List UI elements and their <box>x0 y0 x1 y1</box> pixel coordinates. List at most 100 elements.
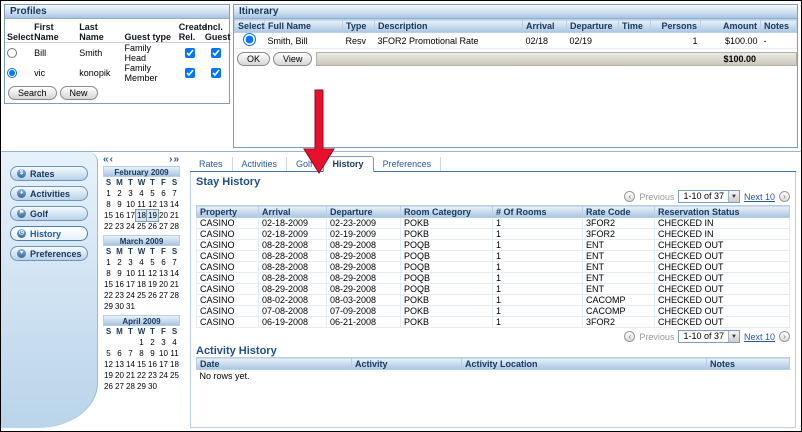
calendar-day[interactable]: 7 <box>125 348 136 359</box>
create-rel-checkbox[interactable] <box>185 48 195 58</box>
calendar-day[interactable]: 28 <box>125 381 136 392</box>
calendar-day[interactable]: 22 <box>136 370 147 381</box>
calendar-day[interactable]: 29 <box>103 301 114 312</box>
tab-history[interactable]: History <box>323 156 374 172</box>
calendar-day[interactable]: 8 <box>103 199 114 210</box>
calendar-day[interactable]: 11 <box>169 348 180 359</box>
calendar-day[interactable]: 23 <box>114 221 125 232</box>
next-link[interactable]: Next 10 <box>744 192 775 202</box>
calendar-day[interactable]: 17 <box>125 210 136 221</box>
calendar-day[interactable]: 6 <box>158 188 169 199</box>
calendar-day[interactable]: 29 <box>136 381 147 392</box>
profile-select-radio[interactable] <box>7 48 17 58</box>
calendar-day[interactable]: 5 <box>147 257 158 268</box>
calendar-day[interactable]: 26 <box>147 221 158 232</box>
calendar-day[interactable]: 3 <box>125 257 136 268</box>
calendar-day[interactable]: 28 <box>169 221 180 232</box>
calendar-day[interactable]: 3 <box>125 188 136 199</box>
page-range-dropdown[interactable]: 1-10 of 37 ▼ <box>678 190 740 203</box>
calendar-day[interactable]: 2 <box>147 337 158 348</box>
calendar-day[interactable]: 15 <box>136 359 147 370</box>
calendar-first-month-icon[interactable]: «‹ <box>103 155 114 165</box>
tab-preferences[interactable]: Preferences <box>374 157 442 171</box>
calendar-day[interactable]: 4 <box>136 188 147 199</box>
page-range-dropdown[interactable]: 1-10 of 37 ▼ <box>678 330 740 343</box>
calendar-day[interactable]: 24 <box>125 221 136 232</box>
calendar-day[interactable]: 15 <box>103 279 114 290</box>
calendar-day[interactable]: 25 <box>169 370 180 381</box>
calendar-day[interactable]: 10 <box>125 199 136 210</box>
calendar-day[interactable]: 11 <box>136 268 147 279</box>
calendar-day[interactable]: 20 <box>158 279 169 290</box>
calendar-day[interactable]: 4 <box>169 337 180 348</box>
calendar-day[interactable]: 26 <box>103 381 114 392</box>
calendar-day[interactable]: 1 <box>103 188 114 199</box>
incl-guest-checkbox[interactable] <box>211 68 221 78</box>
calendar-day[interactable]: 13 <box>114 359 125 370</box>
calendar-day[interactable]: 16 <box>114 210 125 221</box>
calendar-day[interactable]: 7 <box>169 188 180 199</box>
tab-activities[interactable]: Activities <box>233 157 288 171</box>
calendar-day[interactable]: 14 <box>125 359 136 370</box>
new-button[interactable]: New <box>60 86 98 100</box>
profile-select-radio[interactable] <box>7 68 17 78</box>
previous-page-icon[interactable]: ‹ <box>624 331 635 342</box>
tab-golf[interactable]: Golf <box>287 157 323 171</box>
calendar-day[interactable]: 3 <box>158 337 169 348</box>
calendar-day[interactable]: 5 <box>147 188 158 199</box>
calendar-day[interactable]: 30 <box>147 381 158 392</box>
calendar-day[interactable]: 2 <box>114 257 125 268</box>
calendar-day[interactable]: 17 <box>158 359 169 370</box>
calendar-day[interactable]: 16 <box>114 279 125 290</box>
calendar-day[interactable]: 11 <box>136 199 147 210</box>
calendar-day[interactable]: 28 <box>169 290 180 301</box>
calendar-day[interactable]: 24 <box>125 290 136 301</box>
tab-rates[interactable]: Rates <box>190 157 233 171</box>
search-button[interactable]: Search <box>8 86 57 100</box>
calendar-day[interactable]: 9 <box>114 199 125 210</box>
create-rel-checkbox[interactable] <box>185 68 195 78</box>
calendar-day[interactable]: 18 <box>136 210 147 221</box>
calendar-day[interactable]: 19 <box>147 279 158 290</box>
calendar-day[interactable]: 1 <box>136 337 147 348</box>
sidebar-item-preferences[interactable]: ♥Preferences <box>10 246 88 261</box>
calendar-day[interactable]: 22 <box>103 221 114 232</box>
calendar-day[interactable]: 14 <box>169 199 180 210</box>
calendar-day[interactable]: 21 <box>169 279 180 290</box>
calendar-day[interactable]: 6 <box>114 348 125 359</box>
calendar-day[interactable]: 15 <box>103 210 114 221</box>
sidebar-item-rates[interactable]: $Rates <box>10 166 88 181</box>
calendar-day[interactable]: 2 <box>114 188 125 199</box>
sidebar-item-activities[interactable]: ♦Activities <box>10 186 88 201</box>
calendar-day[interactable]: 1 <box>103 257 114 268</box>
calendar-day[interactable]: 19 <box>147 210 158 221</box>
calendar-day[interactable]: 17 <box>125 279 136 290</box>
calendar-day[interactable]: 25 <box>136 221 147 232</box>
calendar-day[interactable]: 9 <box>147 348 158 359</box>
previous-page-icon[interactable]: ‹ <box>624 191 635 202</box>
calendar-day[interactable]: 4 <box>136 257 147 268</box>
calendar-day[interactable]: 22 <box>103 290 114 301</box>
calendar-day[interactable]: 12 <box>147 268 158 279</box>
calendar-day[interactable]: 26 <box>147 290 158 301</box>
calendar-day[interactable]: 12 <box>147 199 158 210</box>
calendar-day[interactable]: 12 <box>103 359 114 370</box>
calendar-day[interactable]: 14 <box>169 268 180 279</box>
calendar-day[interactable]: 6 <box>158 257 169 268</box>
calendar-day[interactable]: 30 <box>114 301 125 312</box>
calendar-day[interactable]: 19 <box>103 370 114 381</box>
itinerary-select-radio[interactable] <box>243 33 256 46</box>
calendar-day[interactable]: 10 <box>125 268 136 279</box>
calendar-day[interactable]: 20 <box>158 210 169 221</box>
calendar-day[interactable]: 31 <box>125 301 136 312</box>
calendar-day[interactable]: 20 <box>114 370 125 381</box>
calendar-day[interactable]: 23 <box>147 370 158 381</box>
calendar-day[interactable]: 5 <box>103 348 114 359</box>
calendar-day[interactable]: 10 <box>158 348 169 359</box>
calendar-day[interactable]: 24 <box>158 370 169 381</box>
calendar-last-month-icon[interactable]: ›» <box>169 155 180 165</box>
calendar-day[interactable]: 21 <box>125 370 136 381</box>
incl-guest-checkbox[interactable] <box>211 48 221 58</box>
calendar-day[interactable]: 18 <box>169 359 180 370</box>
calendar-day[interactable]: 13 <box>158 199 169 210</box>
